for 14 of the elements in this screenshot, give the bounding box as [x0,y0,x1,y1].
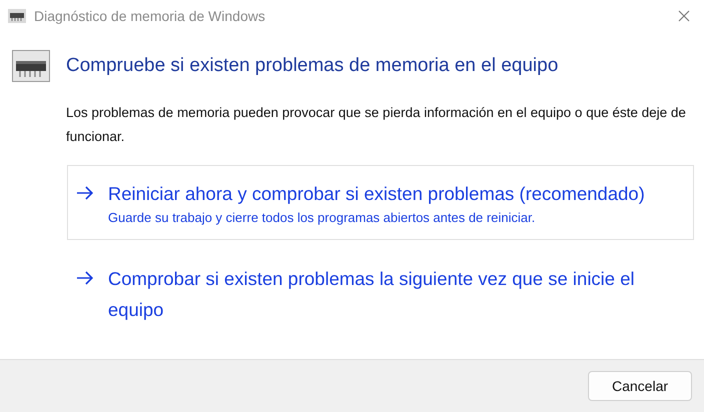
description-text: Los problemas de memoria pueden provocar que se pierda información en el equipo o que éste deje de funcionar. [66,104,686,146]
option-label: Comprobar si existen problemas la siguiente vez que se inicie el equipo [108,267,636,322]
cancel-button[interactable]: Cancelar [588,371,692,401]
option-link[interactable]: Reiniciar ahora y comprobar si existen problemas (recomendado) Guarde su trabajo y cierre todos los programas abiertos antes de reiniciar. [67,165,694,240]
option-link[interactable]: Comprobar si existen problemas la siguiente vez que se inicie el equipo [67,250,694,338]
memory-chip-icon [8,9,26,23]
heading: Compruebe si existen problemas de memoria en el equipo [66,55,558,77]
option-note: Guarde su trabajo y cierre todos los programas abiertos antes de reiniciar. [108,209,536,227]
window-title: Diagnóstico de memoria de Windows [34,8,266,24]
arrow-icon [76,186,94,200]
memory-chip-icon [12,50,50,82]
option-label: Reiniciar ahora y comprobar si existen problemas (recomendado) [108,182,646,206]
close-icon[interactable] [678,10,690,22]
arrow-icon [76,271,94,285]
